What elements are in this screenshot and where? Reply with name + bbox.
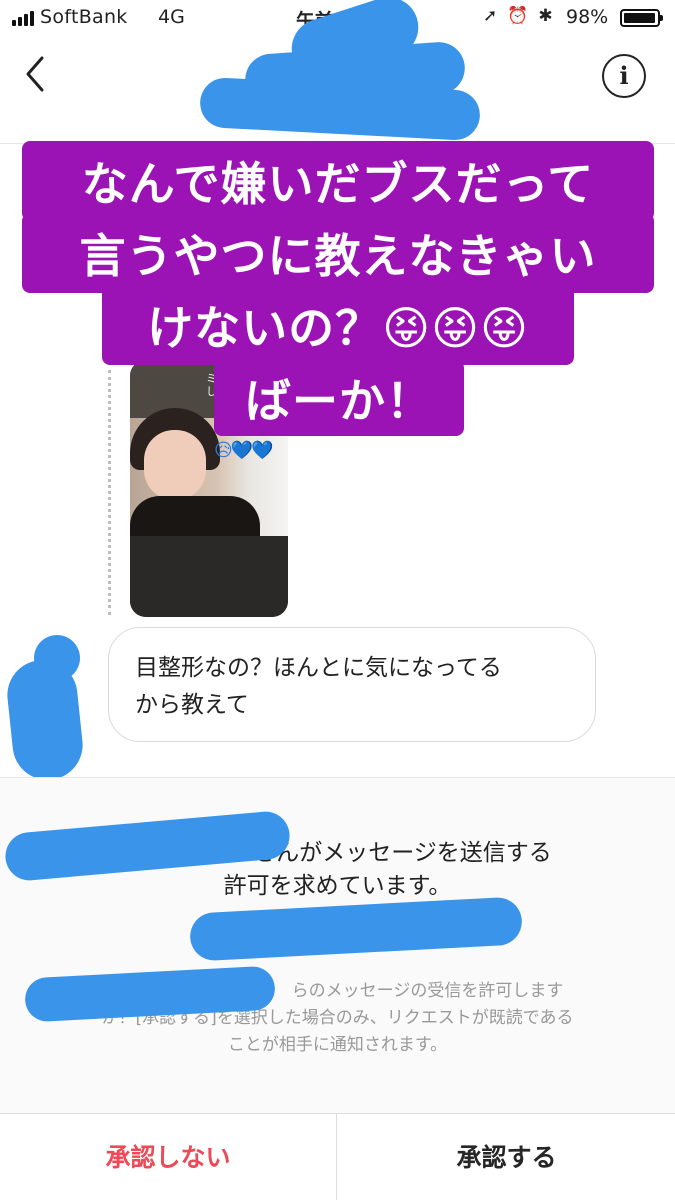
request-actions: 承認しない 承認する bbox=[0, 1113, 675, 1200]
caption-line-4: ばーか！ bbox=[214, 360, 464, 436]
story-reply-line bbox=[108, 370, 111, 615]
info-button[interactable]: i bbox=[602, 54, 646, 98]
location-icon: ➚ bbox=[483, 6, 498, 26]
alarm-icon: ⏰ bbox=[507, 6, 529, 26]
chevron-left-icon bbox=[26, 56, 44, 92]
caption-line-3: けないの？😝😝😝 bbox=[102, 285, 574, 365]
network-type: 4G bbox=[158, 6, 185, 28]
message-text: 目整形なの？ほんとに気になってる bbox=[135, 655, 502, 681]
bluetooth-icon: ✱ bbox=[538, 6, 553, 26]
message-bubble: 目整形なの？ほんとに気になってる から教えて bbox=[108, 627, 596, 742]
accept-button[interactable]: 承認する bbox=[338, 1114, 675, 1200]
signal-icon bbox=[12, 11, 34, 26]
message-text: から教えて bbox=[135, 692, 249, 718]
battery-icon bbox=[620, 9, 663, 27]
caption-line-2: 言うやつに教えなきゃい bbox=[22, 213, 654, 293]
battery-percent: 98% bbox=[566, 6, 609, 28]
avatar[interactable] bbox=[3, 635, 90, 784]
story-emoji: 😥💙💙 bbox=[214, 440, 274, 461]
back-button[interactable] bbox=[20, 54, 54, 94]
carrier-name: SoftBank bbox=[40, 6, 128, 28]
caption-line-1: なんで嫌いだブスだって bbox=[22, 141, 654, 221]
status-icons: ➚ ⏰ ✱ bbox=[483, 6, 553, 26]
redaction-scribble bbox=[3, 656, 87, 784]
decline-button[interactable]: 承認しない bbox=[0, 1114, 337, 1200]
